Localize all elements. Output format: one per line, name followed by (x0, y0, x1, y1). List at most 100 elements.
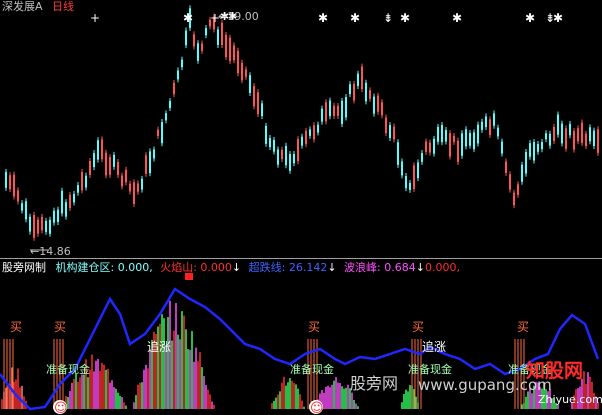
candle-body (313, 125, 315, 140)
candle-body (425, 141, 427, 152)
candle-body (169, 100, 171, 109)
candle-body (205, 28, 207, 36)
candle-body (573, 131, 575, 150)
candle-body (201, 43, 203, 51)
candle-body (517, 184, 519, 195)
candle-body (357, 73, 359, 87)
candle-body (53, 210, 55, 223)
candle-body (293, 154, 295, 164)
candle-body (25, 201, 27, 220)
signal-mark: + (90, 11, 100, 25)
candle-body (77, 185, 79, 193)
candle-body (173, 82, 175, 95)
candle-body (233, 45, 235, 61)
candle-body (373, 96, 375, 114)
candle-body (33, 214, 35, 238)
candle-body (345, 97, 347, 118)
watermark-badge: 知股网 Zhiyue.com (522, 360, 602, 411)
smile-glyph-icon: ☺ (54, 401, 68, 415)
readout-bolang-arrow: ↓ (415, 261, 425, 274)
candle-body (445, 129, 447, 142)
indicator-panel[interactable]: 买买买买买追涨 追涨 准备现金 准备现金 准备现金 准备现金 ☺ ☺ 股旁网制 机构建仓区: … (0, 259, 602, 415)
readout-jigou-label: 机构建仓区 (55, 261, 111, 274)
signal-mark: ✱ (183, 11, 193, 25)
candle-body (485, 116, 487, 128)
signal-mark: ✱ (400, 11, 410, 25)
candle-body (145, 155, 147, 174)
candle-body (537, 143, 539, 152)
candle-body (73, 193, 75, 203)
candle-body (421, 153, 423, 162)
candle-body (57, 209, 59, 222)
readout-chaodie-arrow: ↓ (327, 261, 337, 274)
candle-body (453, 135, 455, 142)
smile-glyph-icon: ☺ (310, 401, 324, 415)
candle-body (493, 113, 495, 126)
candle-body (337, 105, 339, 116)
candle-body (401, 161, 403, 176)
watermark-badge-text: 知股网 (526, 360, 584, 382)
candle-body (317, 124, 319, 133)
candlestick-chart[interactable]: + ✱ + ✱✱ ✱ ✱ ⇟ ✱ ✱ ✱ ⇟✱ (0, 0, 602, 258)
candle-body (489, 119, 491, 135)
candle-body (245, 69, 247, 77)
candle-body (545, 133, 547, 140)
watermark-text: 股旁网 (350, 374, 399, 393)
readout-bolang-label: 波浪峰 (344, 261, 378, 274)
candle-body (513, 192, 515, 206)
buy-signal-label: 买 (517, 320, 529, 334)
candle-body (277, 149, 279, 165)
candle-body (297, 139, 299, 162)
stock-name: 深发展A (2, 0, 43, 13)
candle-body (97, 140, 99, 160)
candle-body (405, 176, 407, 189)
candle-body (473, 132, 475, 150)
candle-body (365, 82, 367, 102)
candle-body (417, 162, 419, 179)
candle-body (353, 83, 355, 101)
candle-body (125, 169, 127, 183)
candle-body (457, 140, 459, 163)
candle-body (561, 123, 563, 144)
candle-body (81, 172, 83, 191)
signal-mark: ✱ (452, 11, 462, 25)
candle-body (273, 139, 275, 152)
candle-body (161, 122, 163, 144)
candle-body (49, 219, 51, 234)
candle-body (141, 178, 143, 190)
candle-body (5, 171, 7, 188)
candle-body (225, 34, 227, 58)
buy-signal-label: 买 (308, 320, 320, 334)
candle-body (257, 92, 259, 115)
candle-body (505, 161, 507, 174)
candle-body (281, 149, 283, 160)
candle-body (437, 126, 439, 142)
candle-body (577, 128, 579, 142)
candle-body (285, 145, 287, 166)
candle-body (593, 130, 595, 146)
candle-body (153, 149, 155, 159)
candle-body (221, 22, 223, 46)
candle-body (389, 125, 391, 139)
candle-body (65, 202, 67, 217)
candle-body (329, 100, 331, 117)
candle-body (149, 151, 151, 174)
low-price-label: ←14.86 (30, 245, 71, 258)
candle-body (197, 43, 199, 61)
flame-marker (185, 273, 193, 280)
signal-mark: ✱ (318, 11, 328, 25)
candle-body (321, 108, 323, 122)
candle-body (413, 165, 415, 189)
candle-body (433, 138, 435, 154)
buy-signal-label: 买 (54, 320, 66, 334)
candle-body (249, 75, 251, 93)
candle-body (501, 141, 503, 154)
candle-body (569, 123, 571, 136)
readout-huoyan-arrow: ↓ (231, 261, 242, 274)
candle-body (497, 127, 499, 137)
candle-body (93, 153, 95, 168)
candle-body (429, 142, 431, 153)
readout-bolang-value: 0.684 (384, 261, 416, 274)
candle-body (17, 190, 19, 202)
price-chart-panel[interactable]: + ✱ + ✱ ✱ ✱ ✱ ⇟ ✱ ✱ ✱ ⇟ ✱ 深发展A 日线 ←19.00 ←14.86 (0, 0, 602, 258)
